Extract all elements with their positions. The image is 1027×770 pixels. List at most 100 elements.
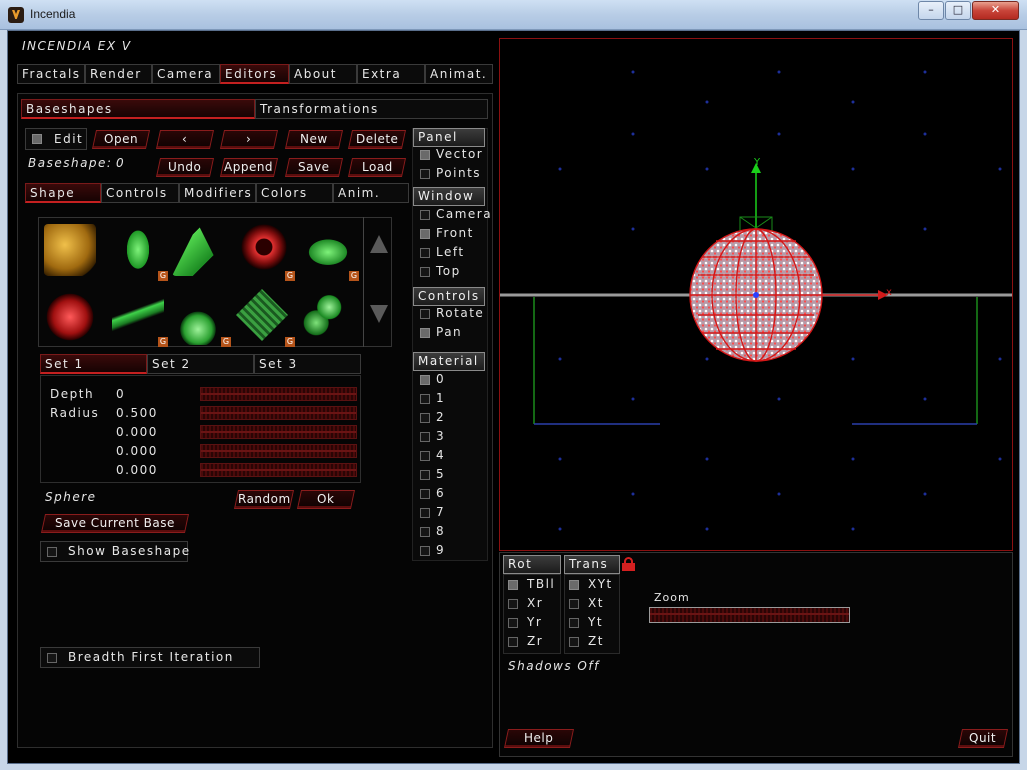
yt-checkbox[interactable] [569,618,579,628]
breadth-first-checkbox[interactable] [47,653,57,663]
spheres-thumbnail[interactable] [298,289,350,341]
tab-about[interactable]: About [289,64,357,84]
material-checkbox[interactable] [420,527,430,537]
window-title: Incendia [30,7,76,21]
xr-checkbox[interactable] [508,599,518,609]
load-button[interactable]: Load [347,158,407,177]
save-button[interactable]: Save [284,158,344,177]
cube-thumbnail[interactable] [44,224,96,276]
tab-modifiers[interactable]: Modifiers [179,183,256,203]
random-button[interactable]: Random [233,490,295,509]
app-logo-icon [8,7,24,23]
help-button[interactable]: Help [503,729,575,748]
flower-thumbnail[interactable] [302,221,354,273]
breadth-first-toggle[interactable]: Breadth First Iteration [40,647,260,668]
lock-body [622,563,635,571]
material-checkbox[interactable] [420,375,430,385]
zr-checkbox[interactable] [508,637,518,647]
new-button[interactable]: New [284,130,344,149]
append-button[interactable]: Append [219,158,279,177]
tab-editors[interactable]: Editors [220,64,289,84]
param-slider[interactable] [200,444,357,458]
camera-label: Camera [436,207,493,221]
delete-button[interactable]: Delete [347,130,407,149]
tab-anim[interactable]: Anim. [333,183,409,203]
ok-button[interactable]: Ok [296,490,356,509]
zoom-slider[interactable] [649,607,850,623]
client-area: INCENDIA EX V Fractals Render Camera Edi… [7,30,1020,764]
tab-controls[interactable]: Controls [101,183,179,203]
tab-fractals[interactable]: Fractals [17,64,85,84]
top-checkbox[interactable] [420,267,430,277]
xt-checkbox[interactable] [569,599,579,609]
tab-camera[interactable]: Camera [152,64,220,84]
zt-checkbox[interactable] [569,637,579,647]
blade-thumbnail[interactable] [112,289,164,341]
tab-set-1[interactable]: Set 1 [40,354,147,374]
material-checkbox[interactable] [420,413,430,423]
open-button[interactable]: Open [91,130,151,149]
scroll-up-icon[interactable] [370,235,388,253]
material-checkbox[interactable] [420,546,430,556]
prev-button[interactable]: ‹ [155,130,215,149]
material-label: 3 [436,429,446,443]
tab-animat[interactable]: Animat. [425,64,493,84]
maximize-button[interactable]: □ [945,1,971,20]
material-checkbox[interactable] [420,394,430,404]
material-checkbox[interactable] [420,451,430,461]
tbll-checkbox[interactable] [508,580,518,590]
param-slider[interactable] [200,425,357,439]
minimize-button[interactable]: – [918,1,944,20]
material-label: 9 [436,543,446,557]
panel-header: Panel [413,128,485,147]
dodecahedron-thumbnail[interactable] [44,291,96,343]
param-value: 0.000 [116,463,158,477]
show-baseshape-toggle[interactable]: Show Baseshape [40,541,189,562]
g-badge: G [285,337,295,347]
dome-thumbnail[interactable] [172,293,224,345]
save-current-base-label: Save Current Base [55,516,175,530]
vector-checkbox[interactable] [420,150,430,160]
scroll-down-icon[interactable] [370,305,388,323]
tab-render[interactable]: Render [85,64,152,84]
points-checkbox[interactable] [420,169,430,179]
tab-colors[interactable]: Colors [256,183,333,203]
twisted-spire-thumbnail[interactable] [112,221,164,273]
tab-extra[interactable]: Extra [357,64,425,84]
zt-label: Zt [588,634,604,648]
rotate-checkbox[interactable] [420,309,430,319]
depth-slider[interactable] [200,387,357,401]
next-button[interactable]: › [219,130,279,149]
material-checkbox[interactable] [420,508,430,518]
edit-toggle[interactable]: Edit [25,128,87,150]
yr-checkbox[interactable] [508,618,518,628]
close-button[interactable]: ✕ [972,1,1019,20]
save-current-base-button[interactable]: Save Current Base [40,514,190,533]
viewport-3d[interactable]: Y x [499,38,1013,551]
shadows-status: Shadows Off [508,659,600,673]
tab-baseshapes[interactable]: Baseshapes [21,99,255,119]
pan-checkbox[interactable] [420,328,430,338]
left-checkbox[interactable] [420,248,430,258]
param-slider[interactable] [200,463,357,477]
y-axis-label: Y [753,157,761,168]
rotate-label: Rotate [436,306,485,320]
tab-transformations[interactable]: Transformations [255,99,488,119]
chevron-right-icon: › [246,132,252,146]
undo-button[interactable]: Undo [155,158,215,177]
tab-set-2[interactable]: Set 2 [147,354,254,374]
radius-slider[interactable] [200,406,357,420]
tab-shape[interactable]: Shape [25,183,101,203]
xyt-checkbox[interactable] [569,580,579,590]
quit-button[interactable]: Quit [957,729,1009,748]
material-checkbox[interactable] [420,489,430,499]
material-checkbox[interactable] [420,432,430,442]
show-baseshape-checkbox[interactable] [47,547,57,557]
edit-checkbox[interactable] [32,134,42,144]
tab-set-3[interactable]: Set 3 [254,354,361,374]
param-label: Depth [50,387,95,401]
window-title-bar[interactable]: Incendia – □ ✕ [0,0,1027,30]
material-checkbox[interactable] [420,470,430,480]
camera-checkbox[interactable] [420,210,430,220]
front-checkbox[interactable] [420,229,430,239]
